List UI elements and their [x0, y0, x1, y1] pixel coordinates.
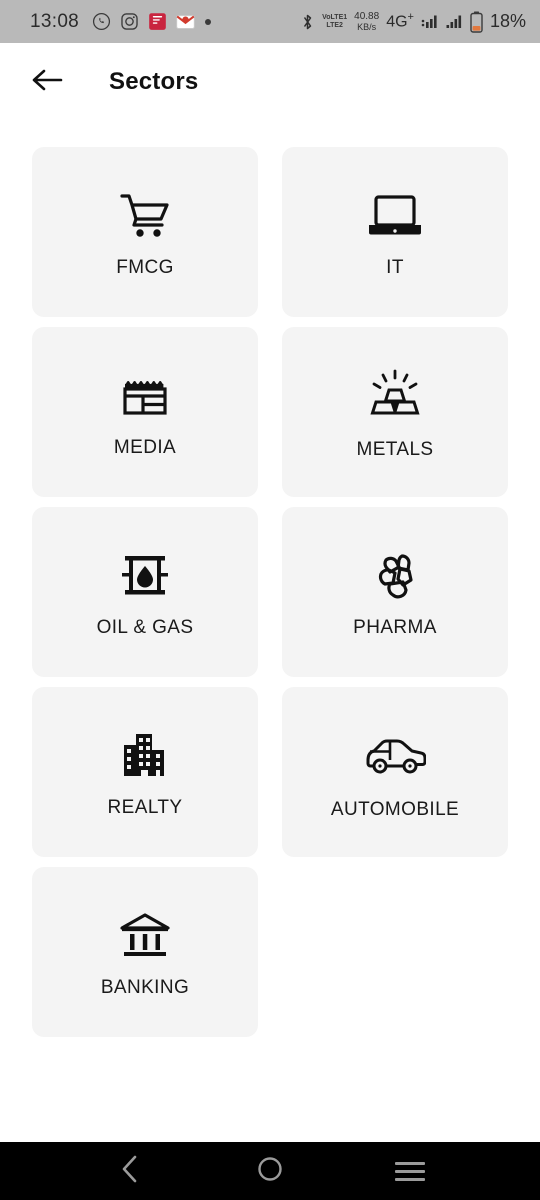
whatsapp-icon — [92, 12, 111, 31]
status-bar-left: 13:08 — [30, 11, 212, 33]
sector-label: OIL & GAS — [96, 617, 194, 638]
sector-label: FMCG — [116, 257, 174, 278]
sector-card-fmcg[interactable]: FMCG — [32, 147, 258, 317]
signal-bars-sim1-icon — [421, 14, 439, 30]
car-icon — [364, 725, 426, 787]
nav-home-button[interactable] — [240, 1147, 300, 1195]
battery-icon — [470, 11, 483, 33]
sector-label: AUTOMOBILE — [330, 799, 460, 820]
sector-card-oil-gas[interactable]: OIL & GAS — [32, 507, 258, 677]
gmail-icon — [176, 14, 195, 30]
sector-card-metals[interactable]: METALS — [282, 327, 508, 497]
app-header: Sectors — [0, 43, 540, 121]
pills-icon — [369, 545, 421, 607]
sector-label: IT — [386, 257, 404, 278]
sector-label: MEDIA — [113, 437, 177, 458]
newspaper-icon — [122, 365, 168, 427]
nav-recents-button[interactable] — [380, 1147, 440, 1195]
laptop-icon — [367, 185, 423, 247]
nav-back-button[interactable] — [100, 1147, 160, 1195]
status-bar-right: VoLTE1 LTE2 40.88 KB/s 4G+ 18% — [300, 11, 526, 33]
sector-label: REALTY — [107, 797, 183, 818]
volte-indicator: VoLTE1 LTE2 — [322, 13, 348, 29]
sector-card-pharma[interactable]: PHARMA — [282, 507, 508, 677]
sector-card-it[interactable]: IT — [282, 147, 508, 317]
instagram-icon — [120, 12, 139, 31]
sector-card-banking[interactable]: BANKING — [32, 867, 258, 1037]
status-time: 13:08 — [30, 10, 80, 32]
sector-label: BANKING — [100, 977, 190, 998]
bluetooth-icon — [300, 13, 315, 31]
nav-back-icon — [118, 1154, 142, 1189]
oil-barrel-icon — [120, 545, 170, 607]
page-title: Sectors — [109, 68, 199, 95]
android-navigation-bar — [0, 1142, 540, 1200]
shopping-cart-icon — [119, 185, 171, 247]
signal-bars-sim2-icon — [446, 14, 463, 30]
red-app-icon — [148, 12, 167, 31]
sectors-grid: FMCG IT MEDIA METALS OIL & GAS PHARMA RE… — [0, 121, 540, 1037]
arrow-left-icon — [32, 67, 64, 98]
sector-label: PHARMA — [353, 617, 437, 638]
dot-icon — [204, 18, 212, 26]
battery-percent: 18% — [489, 11, 526, 31]
bank-icon — [118, 905, 172, 967]
nav-recents-icon — [395, 1161, 425, 1181]
sector-card-automobile[interactable]: AUTOMOBILE — [282, 687, 508, 857]
network-speed: 40.88 KB/s — [354, 10, 380, 32]
network-type: 4G+ — [386, 11, 414, 31]
sector-label: METALS — [356, 439, 434, 460]
sector-card-media[interactable]: MEDIA — [32, 327, 258, 497]
sector-card-realty[interactable]: REALTY — [32, 687, 258, 857]
status-bar: 13:08 VoLTE1 LTE2 40.88 KB/s 4G+ 18% — [0, 0, 540, 43]
buildings-icon — [120, 725, 170, 787]
back-button[interactable] — [26, 60, 70, 104]
gold-bars-icon — [367, 365, 423, 427]
nav-home-icon — [257, 1156, 283, 1187]
